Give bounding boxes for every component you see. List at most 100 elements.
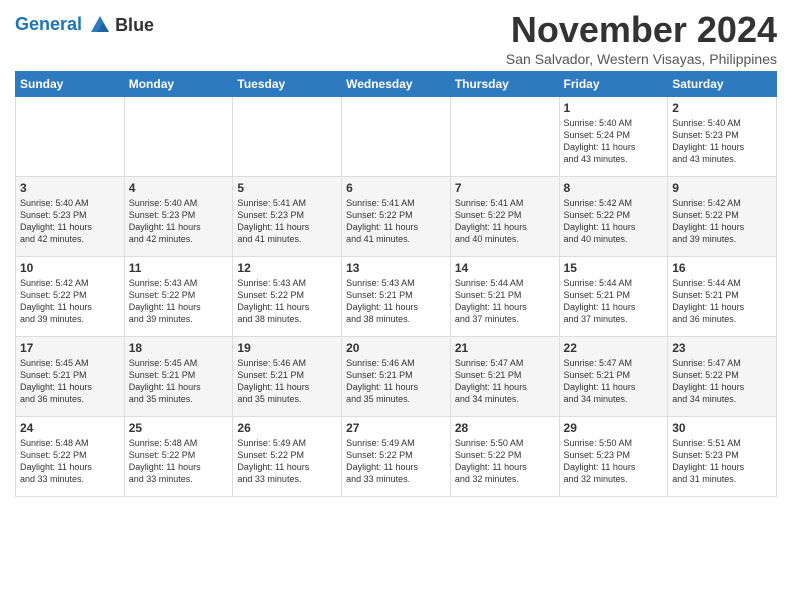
header-friday: Friday [559,71,668,96]
day-number: 10 [20,261,120,275]
calendar-cell: 10 Sunrise: 5:42 AM Sunset: 5:22 PM Dayli… [16,256,125,336]
calendar-cell: 17 Sunrise: 5:45 AM Sunset: 5:21 PM Dayli… [16,336,125,416]
calendar-table: SundayMondayTuesdayWednesdayThursdayFrid… [15,71,777,497]
day-number: 24 [20,421,120,435]
day-number: 19 [237,341,337,355]
calendar-cell: 20 Sunrise: 5:46 AM Sunset: 5:21 PM Dayli… [342,336,451,416]
day-info: Sunrise: 5:45 AM Sunset: 5:21 PM Dayligh… [129,357,229,406]
day-info: Sunrise: 5:45 AM Sunset: 5:21 PM Dayligh… [20,357,120,406]
calendar-cell: 13Sunrise: 5:43 AM Sunset: 5:21 PM Dayli… [342,256,451,336]
day-number: 20 [346,341,446,355]
calendar-week-row: 24 Sunrise: 5:48 AM Sunset: 5:22 PM Dayli… [16,416,777,496]
day-number: 9 [672,181,772,195]
header-sunday: Sunday [16,71,125,96]
calendar-cell: 21 Sunrise: 5:47 AM Sunset: 5:21 PM Dayli… [450,336,559,416]
day-info: Sunrise: 5:46 AM Sunset: 5:21 PM Dayligh… [237,357,337,406]
day-number: 15 [564,261,664,275]
day-number: 22 [564,341,664,355]
calendar-cell: 26Sunrise: 5:49 AM Sunset: 5:22 PM Dayli… [233,416,342,496]
day-info: Sunrise: 5:42 AM Sunset: 5:22 PM Dayligh… [564,197,664,246]
day-number: 30 [672,421,772,435]
day-info: Sunrise: 5:49 AM Sunset: 5:22 PM Dayligh… [346,437,446,486]
calendar-cell [16,96,125,176]
calendar-cell: 24 Sunrise: 5:48 AM Sunset: 5:22 PM Dayli… [16,416,125,496]
title-block: November 2024 San Salvador, Western Visa… [506,10,777,67]
calendar-cell: 25 Sunrise: 5:48 AM Sunset: 5:22 PM Dayli… [124,416,233,496]
calendar-cell: 22 Sunrise: 5:47 AM Sunset: 5:21 PM Dayli… [559,336,668,416]
day-info: Sunrise: 5:44 AM Sunset: 5:21 PM Dayligh… [564,277,664,326]
calendar-cell: 7 Sunrise: 5:41 AM Sunset: 5:22 PM Daylig… [450,176,559,256]
calendar-week-row: 17 Sunrise: 5:45 AM Sunset: 5:21 PM Dayli… [16,336,777,416]
calendar-week-row: 1 Sunrise: 5:40 AM Sunset: 5:24 PM Daylig… [16,96,777,176]
day-info: Sunrise: 5:47 AM Sunset: 5:21 PM Dayligh… [455,357,555,406]
subtitle: San Salvador, Western Visayas, Philippin… [506,51,777,67]
day-info: Sunrise: 5:48 AM Sunset: 5:22 PM Dayligh… [129,437,229,486]
day-number: 25 [129,421,229,435]
day-info: Sunrise: 5:50 AM Sunset: 5:23 PM Dayligh… [564,437,664,486]
day-info: Sunrise: 5:47 AM Sunset: 5:22 PM Dayligh… [672,357,772,406]
header-saturday: Saturday [668,71,777,96]
calendar-week-row: 3 Sunrise: 5:40 AM Sunset: 5:23 PM Daylig… [16,176,777,256]
day-info: Sunrise: 5:41 AM Sunset: 5:23 PM Dayligh… [237,197,337,246]
day-info: Sunrise: 5:40 AM Sunset: 5:24 PM Dayligh… [564,117,664,166]
day-info: Sunrise: 5:47 AM Sunset: 5:21 PM Dayligh… [564,357,664,406]
day-info: Sunrise: 5:48 AM Sunset: 5:22 PM Dayligh… [20,437,120,486]
day-number: 14 [455,261,555,275]
calendar-header-row: SundayMondayTuesdayWednesdayThursdayFrid… [16,71,777,96]
day-info: Sunrise: 5:51 AM Sunset: 5:23 PM Dayligh… [672,437,772,486]
calendar-cell: 9Sunrise: 5:42 AM Sunset: 5:22 PM Daylig… [668,176,777,256]
calendar-cell: 15 Sunrise: 5:44 AM Sunset: 5:21 PM Dayli… [559,256,668,336]
calendar-cell: 27 Sunrise: 5:49 AM Sunset: 5:22 PM Dayli… [342,416,451,496]
calendar-cell: 5Sunrise: 5:41 AM Sunset: 5:23 PM Daylig… [233,176,342,256]
day-number: 17 [20,341,120,355]
calendar-cell: 18Sunrise: 5:45 AM Sunset: 5:21 PM Dayli… [124,336,233,416]
header-tuesday: Tuesday [233,71,342,96]
calendar-cell: 12Sunrise: 5:43 AM Sunset: 5:22 PM Dayli… [233,256,342,336]
calendar-cell: 30 Sunrise: 5:51 AM Sunset: 5:23 PM Dayli… [668,416,777,496]
day-number: 1 [564,101,664,115]
day-info: Sunrise: 5:40 AM Sunset: 5:23 PM Dayligh… [672,117,772,166]
calendar-cell: 2 Sunrise: 5:40 AM Sunset: 5:23 PM Daylig… [668,96,777,176]
calendar-cell: 19 Sunrise: 5:46 AM Sunset: 5:21 PM Dayli… [233,336,342,416]
calendar-cell: 11 Sunrise: 5:43 AM Sunset: 5:22 PM Dayli… [124,256,233,336]
calendar-cell: 8Sunrise: 5:42 AM Sunset: 5:22 PM Daylig… [559,176,668,256]
calendar-cell [124,96,233,176]
day-number: 3 [20,181,120,195]
day-info: Sunrise: 5:43 AM Sunset: 5:22 PM Dayligh… [237,277,337,326]
main-container: General Blue November 2024 San Salvador,… [0,0,792,502]
header-thursday: Thursday [450,71,559,96]
calendar-cell: 4 Sunrise: 5:40 AM Sunset: 5:23 PM Daylig… [124,176,233,256]
day-number: 7 [455,181,555,195]
day-number: 16 [672,261,772,275]
header-monday: Monday [124,71,233,96]
calendar-cell [450,96,559,176]
day-number: 28 [455,421,555,435]
day-info: Sunrise: 5:42 AM Sunset: 5:22 PM Dayligh… [20,277,120,326]
calendar-cell [233,96,342,176]
day-number: 27 [346,421,446,435]
calendar-cell: 28Sunrise: 5:50 AM Sunset: 5:22 PM Dayli… [450,416,559,496]
calendar-week-row: 10 Sunrise: 5:42 AM Sunset: 5:22 PM Dayli… [16,256,777,336]
day-info: Sunrise: 5:46 AM Sunset: 5:21 PM Dayligh… [346,357,446,406]
calendar-cell: 6Sunrise: 5:41 AM Sunset: 5:22 PM Daylig… [342,176,451,256]
day-number: 2 [672,101,772,115]
logo-general: General [15,14,82,34]
day-info: Sunrise: 5:40 AM Sunset: 5:23 PM Dayligh… [20,197,120,246]
day-number: 21 [455,341,555,355]
logo-blue: Blue [115,15,154,36]
month-title: November 2024 [506,10,777,50]
day-number: 11 [129,261,229,275]
day-info: Sunrise: 5:40 AM Sunset: 5:23 PM Dayligh… [129,197,229,246]
calendar-cell: 3 Sunrise: 5:40 AM Sunset: 5:23 PM Daylig… [16,176,125,256]
day-info: Sunrise: 5:44 AM Sunset: 5:21 PM Dayligh… [672,277,772,326]
calendar-cell: 29 Sunrise: 5:50 AM Sunset: 5:23 PM Dayli… [559,416,668,496]
day-info: Sunrise: 5:49 AM Sunset: 5:22 PM Dayligh… [237,437,337,486]
day-info: Sunrise: 5:43 AM Sunset: 5:22 PM Dayligh… [129,277,229,326]
day-number: 4 [129,181,229,195]
logo: General Blue [15,14,154,36]
day-info: Sunrise: 5:41 AM Sunset: 5:22 PM Dayligh… [455,197,555,246]
day-number: 29 [564,421,664,435]
day-info: Sunrise: 5:41 AM Sunset: 5:22 PM Dayligh… [346,197,446,246]
calendar-cell: 16 Sunrise: 5:44 AM Sunset: 5:21 PM Dayli… [668,256,777,336]
calendar-cell: 14Sunrise: 5:44 AM Sunset: 5:21 PM Dayli… [450,256,559,336]
